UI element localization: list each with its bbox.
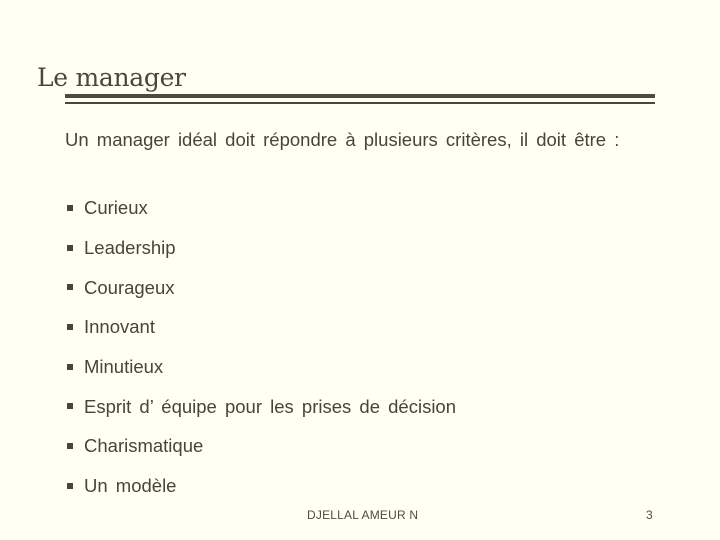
square-bullet-icon (67, 403, 73, 410)
square-bullet-icon (67, 244, 73, 251)
square-bullet-icon (67, 284, 73, 291)
list-item: Un modèle (65, 466, 456, 506)
list-item-text: Un modèle (84, 475, 177, 497)
list-item: Esprit d’ équipe pour les prises de déci… (65, 386, 456, 426)
list-item: Curieux (65, 188, 456, 228)
list-item-text: Leadership (84, 237, 176, 259)
list-item-text: Esprit d’ équipe pour les prises de déci… (84, 395, 457, 417)
list-item-text: Courageux (84, 276, 175, 298)
list-item-text: Curieux (84, 197, 148, 219)
slide-title: Le manager (37, 63, 186, 92)
list-item: Innovant (65, 307, 456, 347)
list-item-text: Charismatique (84, 435, 204, 457)
page-number: 3 (646, 508, 653, 522)
intro-paragraph: Un manager idéal doit répondre à plusieu… (65, 129, 620, 150)
title-underline-thick (65, 94, 655, 98)
title-underline-thin (65, 102, 655, 104)
square-bullet-icon (67, 442, 73, 449)
list-item: Minutieux (65, 347, 456, 387)
list-item-text: Minutieux (84, 356, 164, 378)
square-bullet-icon (67, 363, 73, 370)
list-item: Courageux (65, 267, 456, 307)
list-item: Charismatique (65, 426, 456, 466)
square-bullet-icon (67, 204, 73, 211)
list-item-text: Innovant (84, 316, 155, 338)
list-item: Leadership (65, 228, 456, 268)
footer-author: DJELLAL AMEUR N (307, 508, 419, 522)
square-bullet-icon (67, 323, 73, 330)
square-bullet-icon (67, 482, 73, 489)
criteria-list: Curieux Leadership Courageux Innovant Mi… (65, 188, 456, 506)
